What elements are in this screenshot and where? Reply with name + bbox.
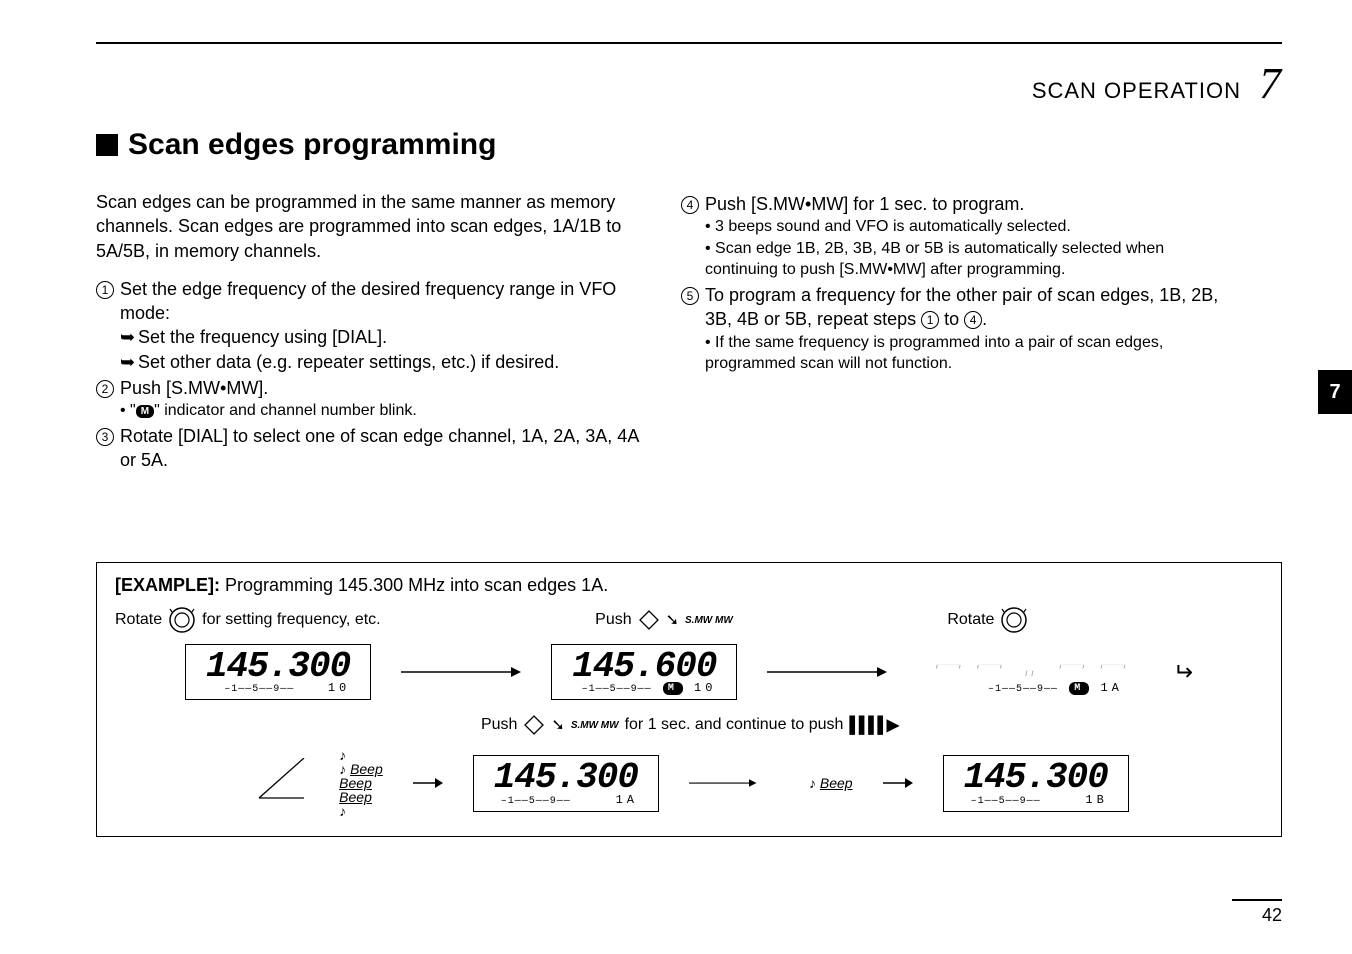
section-title: Scan edges programming bbox=[96, 128, 496, 162]
step-4-text: Push [S.MW•MW] for 1 sec. to program. bbox=[705, 192, 1226, 216]
step-1-sub-a-text: Set the frequency using [DIAL]. bbox=[138, 325, 387, 349]
lcd-1: 145.300 –1——5——9—— 10 bbox=[185, 644, 371, 700]
lcd-3-ch: 1A bbox=[1100, 681, 1122, 695]
button-icon bbox=[523, 714, 545, 736]
step-1-number: 1 bbox=[96, 277, 120, 301]
side-tab: 7 bbox=[1318, 370, 1352, 414]
lcd-3-freq: — — . — — bbox=[937, 651, 1122, 683]
example-title: [EXAMPLE]: Programming 145.300 MHz into … bbox=[115, 575, 1263, 596]
running-header: SCAN OPERATION 7 bbox=[1032, 58, 1282, 109]
arrow-right-icon bbox=[689, 775, 779, 791]
step-2-text: Push [S.MW•MW]. bbox=[120, 376, 641, 400]
right-column: 4 Push [S.MW•MW] for 1 sec. to program. … bbox=[681, 190, 1226, 473]
step-2-sub-text: indicator and channel number blink. bbox=[164, 402, 417, 419]
bent-arrow-icon: ↵ bbox=[1173, 658, 1193, 687]
ref-step-1-icon: 1 bbox=[921, 311, 939, 329]
ref-step-4-icon: 4 bbox=[964, 311, 982, 329]
rotate-dial-label: Rotate for setting frequency, etc. bbox=[115, 606, 381, 634]
dial-icon bbox=[1000, 606, 1028, 634]
lcd-5-freq: 145.300 bbox=[964, 762, 1108, 794]
lcd-2: 145.600 –1——5——9—— M 10 bbox=[551, 644, 737, 700]
step-5-sub: • If the same frequency is programmed in… bbox=[705, 332, 1226, 375]
rotate-dial-label-2: Rotate bbox=[947, 606, 1028, 634]
smw-label: S.MW MW bbox=[685, 615, 733, 626]
beep-1x: ♪ Beep bbox=[809, 776, 853, 790]
lcd-2-freq: 145.600 bbox=[572, 651, 716, 683]
example-box: [EXAMPLE]: Programming 145.300 MHz into … bbox=[96, 562, 1282, 837]
lcd-3: — — . — — –1——5——9—— M 1A bbox=[917, 645, 1142, 699]
arrow-right-icon bbox=[883, 775, 913, 791]
step-2-sub: • "M" indicator and channel number blink… bbox=[120, 400, 641, 422]
step-1-sub-a: ➥ Set the frequency using [DIAL]. bbox=[120, 325, 641, 349]
step-5-number: 5 bbox=[681, 283, 705, 307]
step-4-sub-a: • 3 beeps sound and VFO is automatically… bbox=[705, 216, 1226, 238]
section-name: SCAN OPERATION bbox=[1032, 78, 1241, 104]
step-1-sub-b-text: Set other data (e.g. repeater settings, … bbox=[138, 350, 559, 374]
lcd-5: 145.300 –1——5——9—— 1B bbox=[943, 755, 1129, 811]
title-text: Scan edges programming bbox=[128, 128, 496, 162]
step-5-text: To program a frequency for the other pai… bbox=[705, 283, 1226, 332]
step-3: 3 Rotate [DIAL] to select one of scan ed… bbox=[96, 424, 641, 473]
arrow-down-icon: ➘ bbox=[551, 715, 564, 735]
chapter-number: 7 bbox=[1259, 58, 1282, 109]
lcd-4-freq: 145.300 bbox=[494, 762, 638, 794]
step-4-sub-b: • Scan edge 1B, 2B, 3B, 4B or 5B is auto… bbox=[705, 238, 1226, 281]
step-1: 1 Set the edge frequency of the desired … bbox=[96, 277, 641, 326]
title-bullet-icon bbox=[96, 134, 118, 156]
arrow-right-icon bbox=[401, 664, 521, 680]
push-button-label: Push ➘S.MW MW bbox=[595, 609, 733, 631]
lcd-4: 145.300 –1——5——9—— 1A bbox=[473, 755, 659, 811]
top-rule bbox=[96, 42, 1282, 44]
arrow-icon: ➥ bbox=[120, 325, 138, 349]
lcd-1-freq: 145.300 bbox=[206, 651, 350, 683]
intro-paragraph: Scan edges can be programmed in the same… bbox=[96, 190, 641, 263]
arrow-icon: ➥ bbox=[120, 350, 138, 374]
step-2-number: 2 bbox=[96, 376, 120, 400]
step-4: 4 Push [S.MW•MW] for 1 sec. to program. bbox=[681, 192, 1226, 216]
button-icon bbox=[638, 609, 660, 631]
m-indicator-icon: M bbox=[1069, 682, 1089, 695]
step-1-text: Set the edge frequency of the desired fr… bbox=[120, 277, 641, 326]
step-3-number: 3 bbox=[96, 424, 120, 448]
step-5: 5 To program a frequency for the other p… bbox=[681, 283, 1226, 332]
arrow-down-icon: ➘ bbox=[666, 610, 679, 630]
arrow-right-icon bbox=[767, 664, 887, 680]
branch-arrow-icon bbox=[249, 758, 309, 808]
page-number: 42 bbox=[1232, 899, 1282, 926]
lcd-1-ch: 10 bbox=[328, 681, 350, 695]
dial-icon bbox=[168, 606, 196, 634]
step-4-number: 4 bbox=[681, 192, 705, 216]
beep-3x: ♪ ♪ Beep Beep Beep ♪ bbox=[339, 748, 383, 818]
m-indicator-icon: M bbox=[136, 405, 154, 418]
step-3-text: Rotate [DIAL] to select one of scan edge… bbox=[120, 424, 641, 473]
left-column: Scan edges can be programmed in the same… bbox=[96, 190, 641, 473]
lcd-5-ch: 1B bbox=[1085, 793, 1107, 807]
side-tab-number: 7 bbox=[1329, 381, 1340, 404]
step-2: 2 Push [S.MW•MW]. bbox=[96, 376, 641, 400]
hold-bars-icon: ▌▌▌▌▶ bbox=[849, 715, 897, 735]
arrow-right-icon bbox=[413, 775, 443, 791]
step-1-sub-b: ➥ Set other data (e.g. repeater settings… bbox=[120, 350, 641, 374]
push-hold-label: Push ➘S.MW MW for 1 sec. and continue to… bbox=[115, 714, 1263, 736]
lcd-4-ch: 1A bbox=[616, 793, 638, 807]
